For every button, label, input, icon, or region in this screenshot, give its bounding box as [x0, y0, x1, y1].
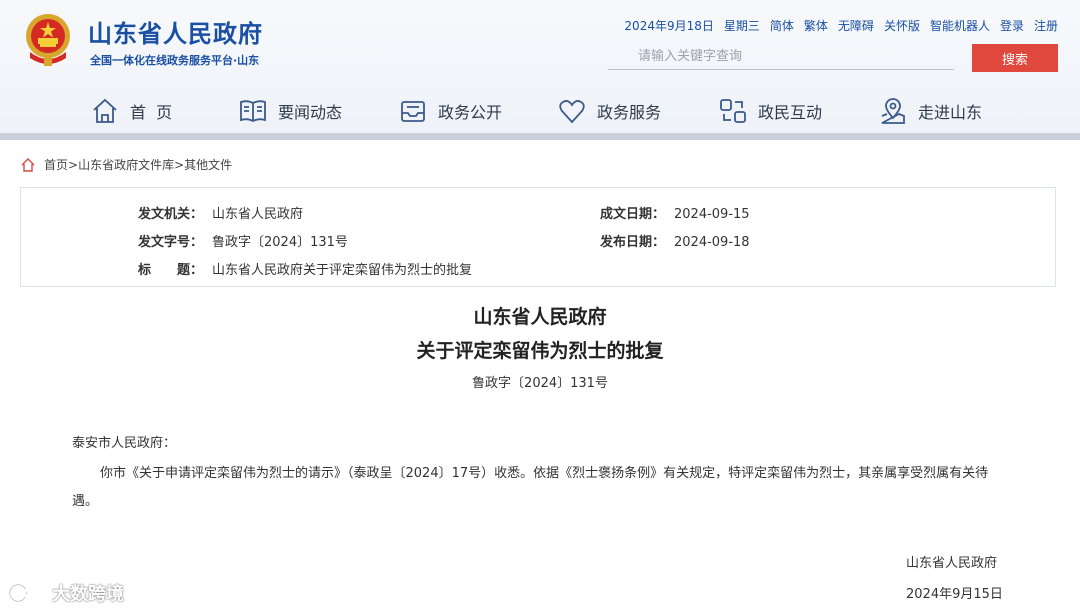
nav-label-home: 首 页: [130, 103, 173, 122]
meta-published-date: 发布日期： 2024-09-18: [600, 231, 750, 250]
document-metadata: 发文机关： 山东省人民政府 发文字号： 鲁政字〔2024〕131号 标 题： 山东省人…: [20, 187, 1056, 287]
nav-item-news[interactable]: 要闻动态: [238, 94, 342, 128]
map-pin-icon: [881, 98, 905, 124]
document-title-line1: 山东省人民政府: [473, 306, 607, 328]
nav-label-interaction: 政民互动: [758, 103, 823, 122]
nav-label-services: 政务服务: [597, 103, 662, 122]
breadcrumb-separator: >: [174, 158, 185, 172]
robot-link[interactable]: 智能机器人: [930, 17, 990, 34]
nav-label-about-shandong: 走进山东: [918, 103, 983, 122]
current-weekday: 星期三: [723, 19, 760, 33]
elderly-mode-link[interactable]: 关怀版: [884, 17, 920, 34]
breadcrumb-library[interactable]: 山东省政府文件库: [78, 158, 174, 172]
watermark: 大数跨境: [8, 580, 124, 606]
meta-issuer-value: 山东省人民政府: [212, 207, 304, 222]
breadcrumb-home[interactable]: 首页: [44, 158, 68, 172]
login-link[interactable]: 登录: [1000, 17, 1024, 34]
breadcrumb-current[interactable]: 其他文件: [184, 158, 232, 172]
site-subtitle: 全国一体化在线政务服务平台·山东: [90, 54, 260, 67]
main-nav: 首 页 要闻动态 政务公开 政务服务 政民互动 走进山东: [0, 88, 1080, 132]
inbox-icon: [401, 101, 425, 122]
meta-published-value: 2024-09-18: [674, 235, 750, 250]
meta-published-label: 发布日期：: [600, 235, 666, 250]
document-body: 你市《关于申请评定栾留伟为烈士的请示》（泰政呈〔2024〕17号）收悉。依据《烈…: [72, 466, 989, 509]
meta-doc-number: 发文字号： 鲁政字〔2024〕131号: [138, 231, 348, 250]
current-date: 2024年9月18日: [624, 19, 714, 33]
meta-title-label: 标 题：: [138, 263, 204, 278]
home-icon: [21, 157, 35, 172]
header-divider: [0, 133, 1080, 140]
signature-date: 2024年9月15日: [906, 587, 1003, 602]
watermark-text: 大数跨境: [52, 584, 124, 605]
meta-title: 标 题： 山东省人民政府关于评定栾留伟为烈士的批复: [138, 259, 472, 278]
meta-written-value: 2024-09-15: [674, 207, 750, 222]
nav-item-services[interactable]: 政务服务: [557, 94, 661, 128]
home-icon: [93, 98, 117, 123]
meta-written-date: 成文日期： 2024-09-15: [600, 203, 750, 222]
top-links: 2024年9月18日 星期三 简体 繁体 无障碍 关怀版 智能机器人 登录 注册: [624, 17, 1058, 34]
meta-issuer: 发文机关： 山东省人民政府: [138, 203, 303, 222]
meta-title-value: 山东省人民政府关于评定栾留伟为烈士的批复: [212, 263, 473, 278]
national-emblem-icon: [26, 14, 70, 66]
register-link[interactable]: 注册: [1034, 17, 1058, 34]
nav-item-open-government[interactable]: 政务公开: [398, 94, 502, 128]
nav-item-interaction[interactable]: 政民互动: [718, 94, 822, 128]
document-addressee: 泰安市人民政府：: [72, 436, 177, 451]
interaction-icon: [720, 99, 746, 123]
site-header: 山东省人民政府 全国一体化在线政务服务平台·山东 2024年9月18日 星期三 …: [0, 0, 1080, 140]
nav-item-home[interactable]: 首 页: [90, 94, 172, 128]
nav-item-about-shandong[interactable]: 走进山东: [878, 94, 982, 128]
nav-label-news: 要闻动态: [278, 103, 343, 122]
book-icon: [240, 100, 266, 123]
breadcrumb: 首页>山东省政府文件库>其他文件: [20, 156, 232, 173]
meta-written-label: 成文日期：: [600, 207, 666, 222]
document-number: 鲁政字〔2024〕131号: [472, 376, 608, 391]
meta-doc-number-value: 鲁政字〔2024〕131号: [212, 235, 348, 250]
watermark-logo-icon: [9, 584, 46, 602]
heart-icon: [559, 100, 585, 124]
accessibility-link[interactable]: 无障碍: [838, 17, 874, 34]
traditional-link[interactable]: 繁体: [804, 17, 828, 34]
simplified-link[interactable]: 简体: [770, 17, 794, 34]
site-title[interactable]: 山东省人民政府: [88, 14, 263, 49]
meta-doc-number-label: 发文字号：: [138, 235, 204, 250]
signature-organization: 山东省人民政府: [906, 556, 998, 571]
search-input[interactable]: [608, 44, 954, 70]
search-button[interactable]: 搜索: [972, 44, 1058, 72]
breadcrumb-separator: >: [68, 158, 79, 172]
document-title-line2: 关于评定栾留伟为烈士的批复: [416, 340, 664, 362]
nav-label-open-government: 政务公开: [438, 103, 503, 122]
meta-issuer-label: 发文机关：: [138, 207, 204, 222]
